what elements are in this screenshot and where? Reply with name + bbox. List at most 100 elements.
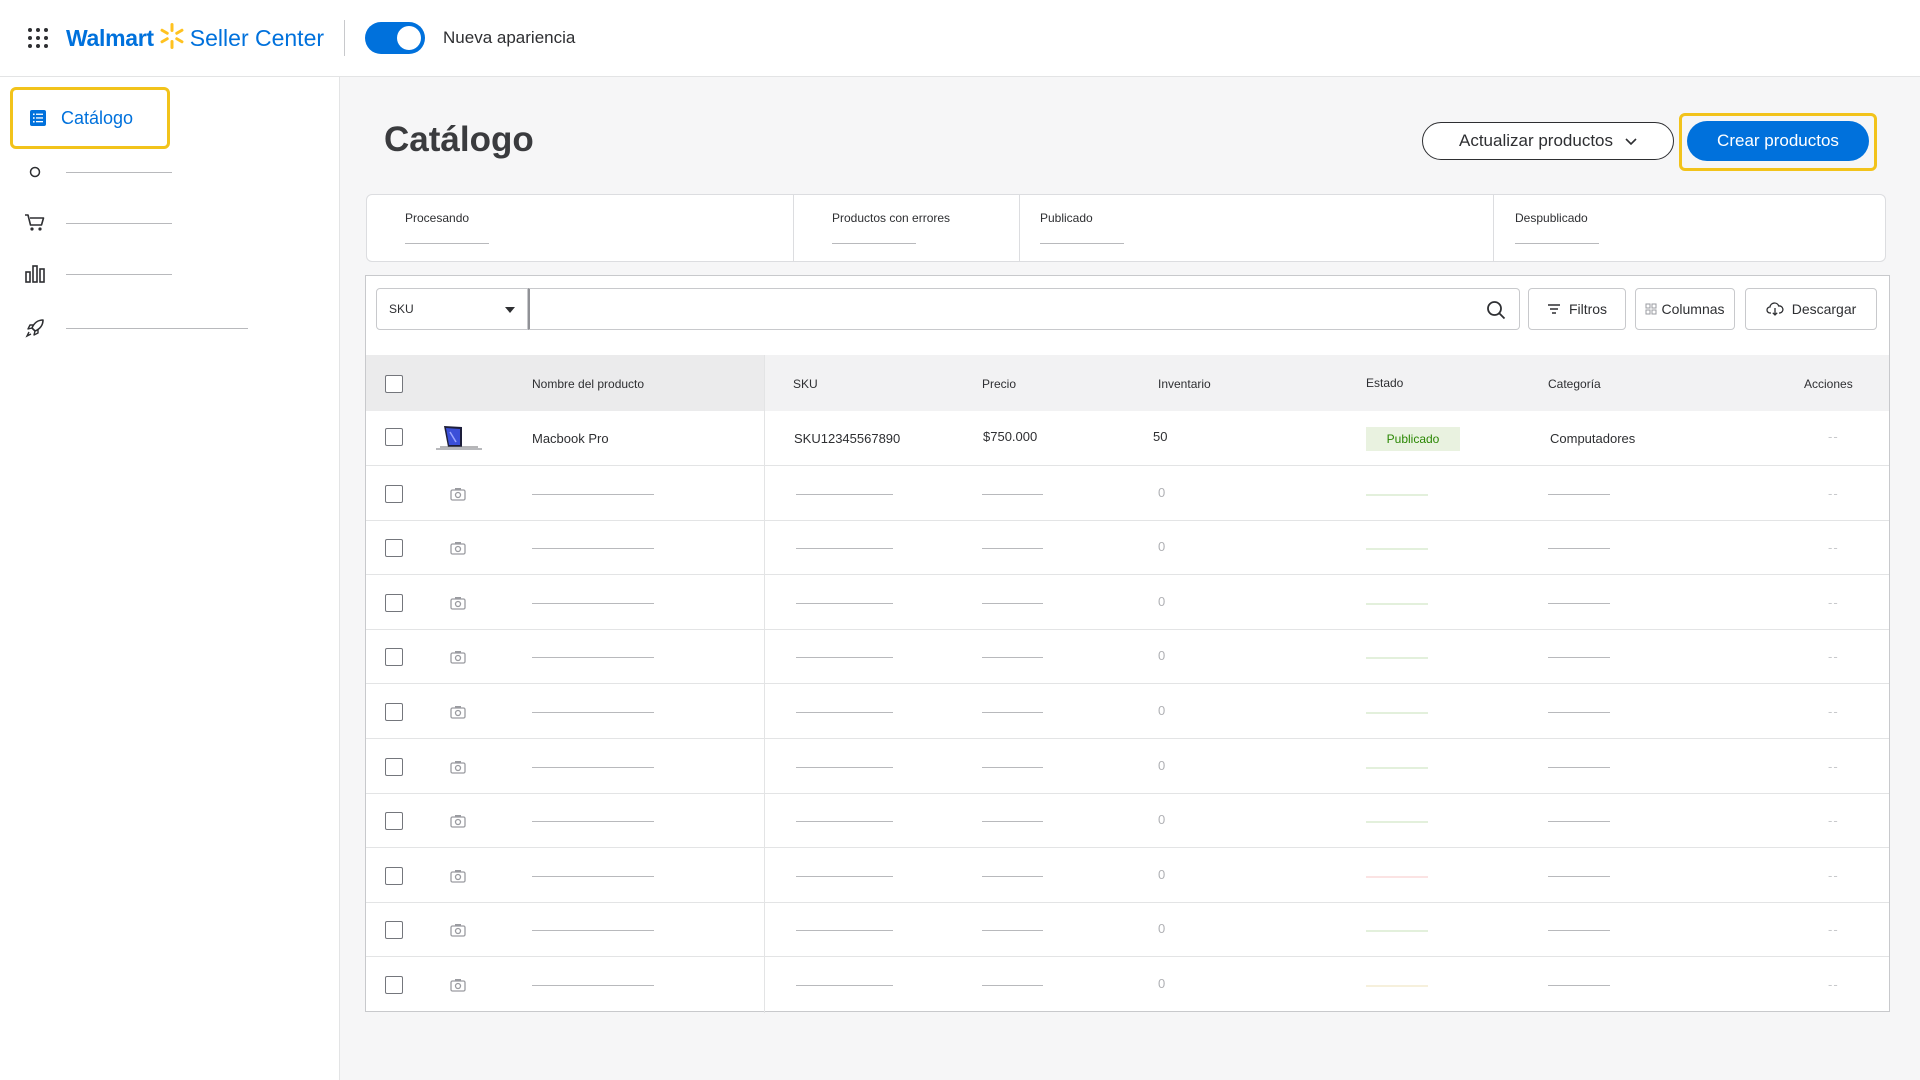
row-actions[interactable]: -- [1828, 595, 1839, 610]
row-actions[interactable]: -- [1828, 977, 1839, 992]
table-row[interactable]: 0 -- [366, 794, 1889, 848]
table-row[interactable]: Macbook Pro SKU12345567890 $750.000 50 P… [366, 411, 1889, 466]
catalog-table-card: SKU Filtros Columnas Descargar Nombre de… [365, 275, 1890, 1013]
camera-placeholder-icon [450, 650, 466, 669]
column-header-actions: Acciones [1804, 377, 1853, 391]
product-category: Computadores [1550, 431, 1636, 446]
price-placeholder [982, 494, 1043, 495]
status-placeholder [1366, 821, 1428, 823]
status-placeholder [1366, 930, 1428, 932]
stat-value-placeholder [1515, 243, 1599, 244]
sidebar-item-placeholder-1[interactable] [24, 161, 172, 183]
walmart-seller-center-logo[interactable]: Walmart Seller Center [66, 18, 324, 58]
search-field-select[interactable]: SKU [376, 288, 528, 330]
stat-label: Procesando [405, 211, 470, 225]
row-actions[interactable]: -- [1828, 486, 1839, 501]
price-placeholder [982, 821, 1043, 822]
sku-placeholder [796, 657, 893, 658]
sidebar-item-placeholder-2[interactable] [24, 212, 172, 234]
row-checkbox[interactable] [385, 976, 403, 994]
status-placeholder [1366, 876, 1428, 878]
sidebar-item-placeholder-line [66, 327, 248, 329]
column-header-sku[interactable]: SKU [793, 377, 818, 391]
chevron-down-icon [1625, 131, 1637, 151]
stat-procesando[interactable]: Procesando [367, 195, 794, 261]
row-checkbox[interactable] [385, 812, 403, 830]
new-appearance-label: Nueva apariencia [443, 28, 576, 47]
row-checkbox[interactable] [385, 428, 403, 446]
table-row[interactable]: 0 -- [366, 739, 1889, 794]
row-checkbox[interactable] [385, 539, 403, 557]
table-row[interactable]: 0 -- [366, 684, 1889, 739]
product-name[interactable]: Macbook Pro [532, 431, 609, 446]
create-products-button[interactable]: Crear productos [1687, 121, 1869, 161]
column-header-category[interactable]: Categoría [1548, 377, 1601, 391]
column-header-inventory[interactable]: Inventario [1158, 377, 1211, 391]
sku-placeholder [796, 821, 893, 822]
camera-placeholder-icon [450, 487, 466, 506]
row-checkbox[interactable] [385, 648, 403, 666]
app-launcher-icon[interactable] [28, 28, 48, 48]
row-actions[interactable]: -- [1828, 540, 1839, 555]
table-row[interactable]: 0 -- [366, 521, 1889, 575]
column-header-name[interactable]: Nombre del producto [532, 377, 644, 391]
filters-label: Filtros [1568, 301, 1608, 317]
column-header-price[interactable]: Precio [982, 377, 1016, 391]
row-actions[interactable]: -- [1828, 922, 1839, 937]
column-header-status[interactable]: Estado [1366, 376, 1403, 390]
update-products-button[interactable]: Actualizar productos [1422, 122, 1674, 160]
product-sku: SKU12345567890 [794, 431, 901, 446]
row-actions[interactable]: -- [1828, 868, 1839, 883]
name-placeholder [532, 821, 654, 822]
sidebar-item-catalogo[interactable]: Catálogo [10, 87, 170, 149]
row-actions[interactable]: -- [1828, 813, 1839, 828]
row-actions[interactable]: -- [1828, 649, 1839, 664]
row-checkbox[interactable] [385, 594, 403, 612]
row-checkbox[interactable] [385, 867, 403, 885]
table-row[interactable]: 0 -- [366, 630, 1889, 684]
stat-despublicado[interactable]: Despublicado [1494, 195, 1885, 261]
page-title: Catálogo [384, 120, 534, 159]
camera-placeholder-icon [450, 869, 466, 888]
logo-product-text: Seller Center [189, 24, 325, 51]
search-input[interactable] [528, 288, 1520, 330]
status-placeholder [1366, 985, 1428, 987]
table-row[interactable]: 0 -- [366, 848, 1889, 903]
product-price: $750.000 [983, 429, 1038, 444]
inventory-value: 0 [1158, 921, 1166, 936]
name-placeholder [532, 985, 654, 986]
search-icon[interactable] [1486, 300, 1506, 325]
table-row[interactable]: 0 -- [366, 903, 1889, 957]
new-appearance-toggle[interactable] [365, 22, 426, 54]
inventory-value: 0 [1158, 812, 1166, 827]
row-checkbox[interactable] [385, 921, 403, 939]
sku-placeholder [796, 603, 893, 604]
camera-placeholder-icon [450, 923, 466, 942]
table-row[interactable]: 0 -- [366, 957, 1889, 1012]
row-actions[interactable]: -- [1828, 704, 1839, 719]
name-placeholder [532, 767, 654, 768]
category-placeholder [1548, 548, 1610, 549]
category-placeholder [1548, 494, 1610, 495]
row-actions[interactable]: -- [1828, 429, 1839, 444]
download-button[interactable]: Descargar [1745, 288, 1877, 330]
sidebar-item-placeholder-4[interactable] [24, 317, 248, 339]
row-checkbox[interactable] [385, 485, 403, 503]
filters-button[interactable]: Filtros [1528, 288, 1626, 330]
select-all-checkbox[interactable] [385, 375, 403, 393]
stat-publicado[interactable]: Publicado [1020, 195, 1494, 261]
stat-productos-con-errores[interactable]: Productos con errores [794, 195, 1020, 261]
search-field-value: SKU [389, 302, 414, 316]
status-placeholder [1366, 657, 1428, 659]
columns-button[interactable]: Columnas [1635, 288, 1735, 330]
table-row[interactable]: 0 -- [366, 575, 1889, 630]
row-checkbox[interactable] [385, 703, 403, 721]
category-placeholder [1548, 712, 1610, 713]
table-row[interactable]: 0 -- [366, 466, 1889, 521]
row-checkbox[interactable] [385, 758, 403, 776]
name-placeholder [532, 930, 654, 931]
name-placeholder [532, 603, 654, 604]
row-actions[interactable]: -- [1828, 759, 1839, 774]
sidebar-item-placeholder-3[interactable] [24, 263, 172, 285]
update-products-label: Actualizar productos [1458, 131, 1614, 150]
